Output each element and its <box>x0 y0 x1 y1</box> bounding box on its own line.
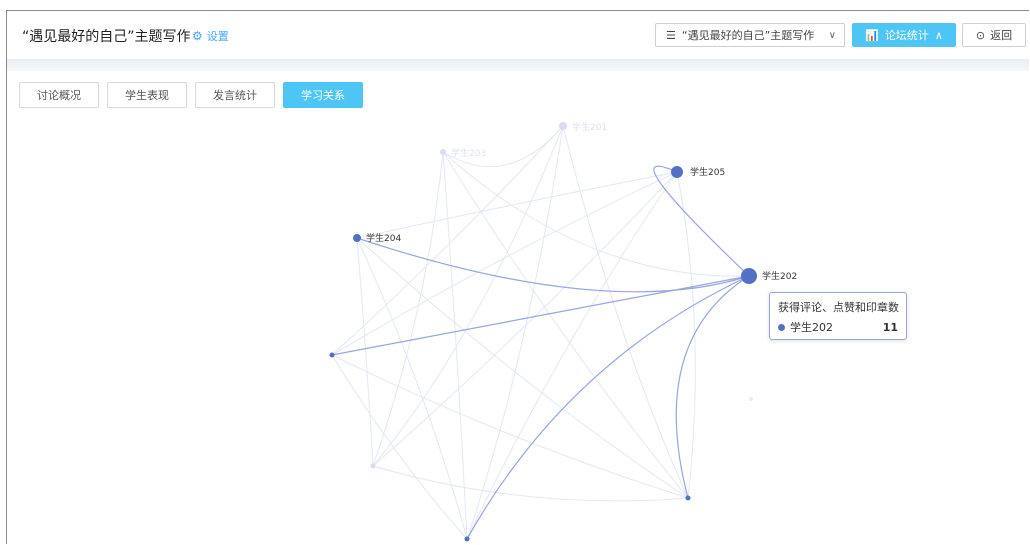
node-bottom[interactable] <box>464 536 470 542</box>
node-s203[interactable] <box>440 149 446 155</box>
tooltip-series-dot <box>778 323 785 331</box>
node-bottom-right[interactable] <box>685 495 691 501</box>
highlighted-links <box>331 165 750 540</box>
node-s205[interactable] <box>671 166 683 178</box>
node-label-s205: 学生205 <box>690 166 725 178</box>
node-label-s202: 学生202 <box>762 270 797 282</box>
faded-links <box>331 125 750 540</box>
node-label-s204: 学生204 <box>366 232 401 244</box>
link-202-205 <box>653 165 750 277</box>
node-s201[interactable] <box>559 122 567 130</box>
tooltip-title: 获得评论、点赞和印章数 <box>778 301 899 314</box>
tooltip-row: 学生202 11 <box>778 319 898 335</box>
node-faded-bottom-left[interactable] <box>370 463 376 469</box>
app-window: “遇见最好的自己”主题写作 ⚙ 设置 ☰ “遇见最好的自己”主题写作 ∨ 📊 论… <box>6 10 1029 544</box>
node-s202[interactable] <box>741 268 757 284</box>
link-202-node-left <box>331 275 750 356</box>
node-s204[interactable] <box>353 234 361 242</box>
node-left[interactable] <box>329 352 335 358</box>
tooltip-name: 学生202 <box>790 321 833 334</box>
node-label-s201: 学生201 <box>572 121 607 133</box>
node-tooltip: 获得评论、点赞和印章数 学生202 11 <box>769 292 907 340</box>
tooltip-value: 11 <box>882 320 898 334</box>
node-label-s203: 学生203 <box>451 147 486 159</box>
relation-graph[interactable]: 学生201 学生203 学生205 学生204 学生202 <box>7 11 1030 545</box>
node-faded-right[interactable] <box>749 397 753 401</box>
